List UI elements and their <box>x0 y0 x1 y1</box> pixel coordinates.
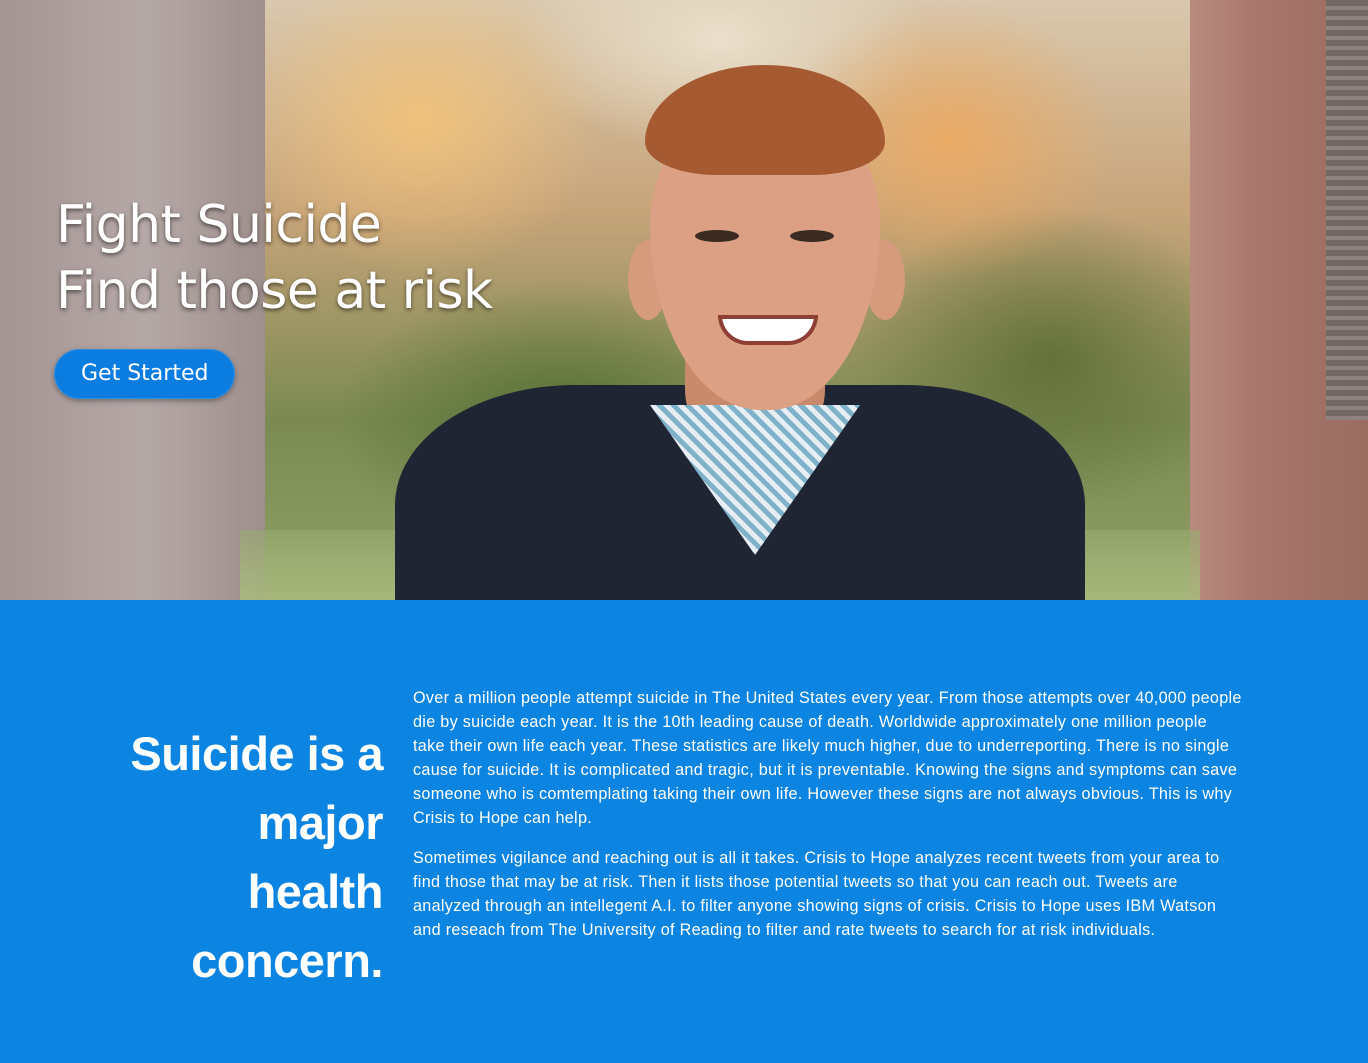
hero-title-line-2: Find those at risk <box>56 261 493 321</box>
info-body: Over a million people attempt suicide in… <box>413 686 1243 958</box>
get-started-button[interactable]: Get Started <box>54 349 236 399</box>
person-hair <box>645 65 885 175</box>
person-eye-right <box>790 230 834 242</box>
hero-person-image <box>395 60 1085 600</box>
hero-content: Fight Suicide Find those at risk Get Sta… <box>54 192 493 399</box>
person-eye-left <box>695 230 739 242</box>
info-paragraph-1: Over a million people attempt suicide in… <box>413 689 1242 827</box>
hero-background-window <box>1326 0 1368 420</box>
hero-title-line-1: Fight Suicide <box>56 195 382 255</box>
person-smile <box>718 315 818 345</box>
info-section: Suicide is a major health concern. Over … <box>0 600 1368 1063</box>
info-paragraph-2: Sometimes vigilance and reaching out is … <box>413 849 1220 939</box>
hero-section: Fight Suicide Find those at risk Get Sta… <box>0 0 1368 600</box>
info-heading: Suicide is a major health concern. <box>130 727 383 987</box>
